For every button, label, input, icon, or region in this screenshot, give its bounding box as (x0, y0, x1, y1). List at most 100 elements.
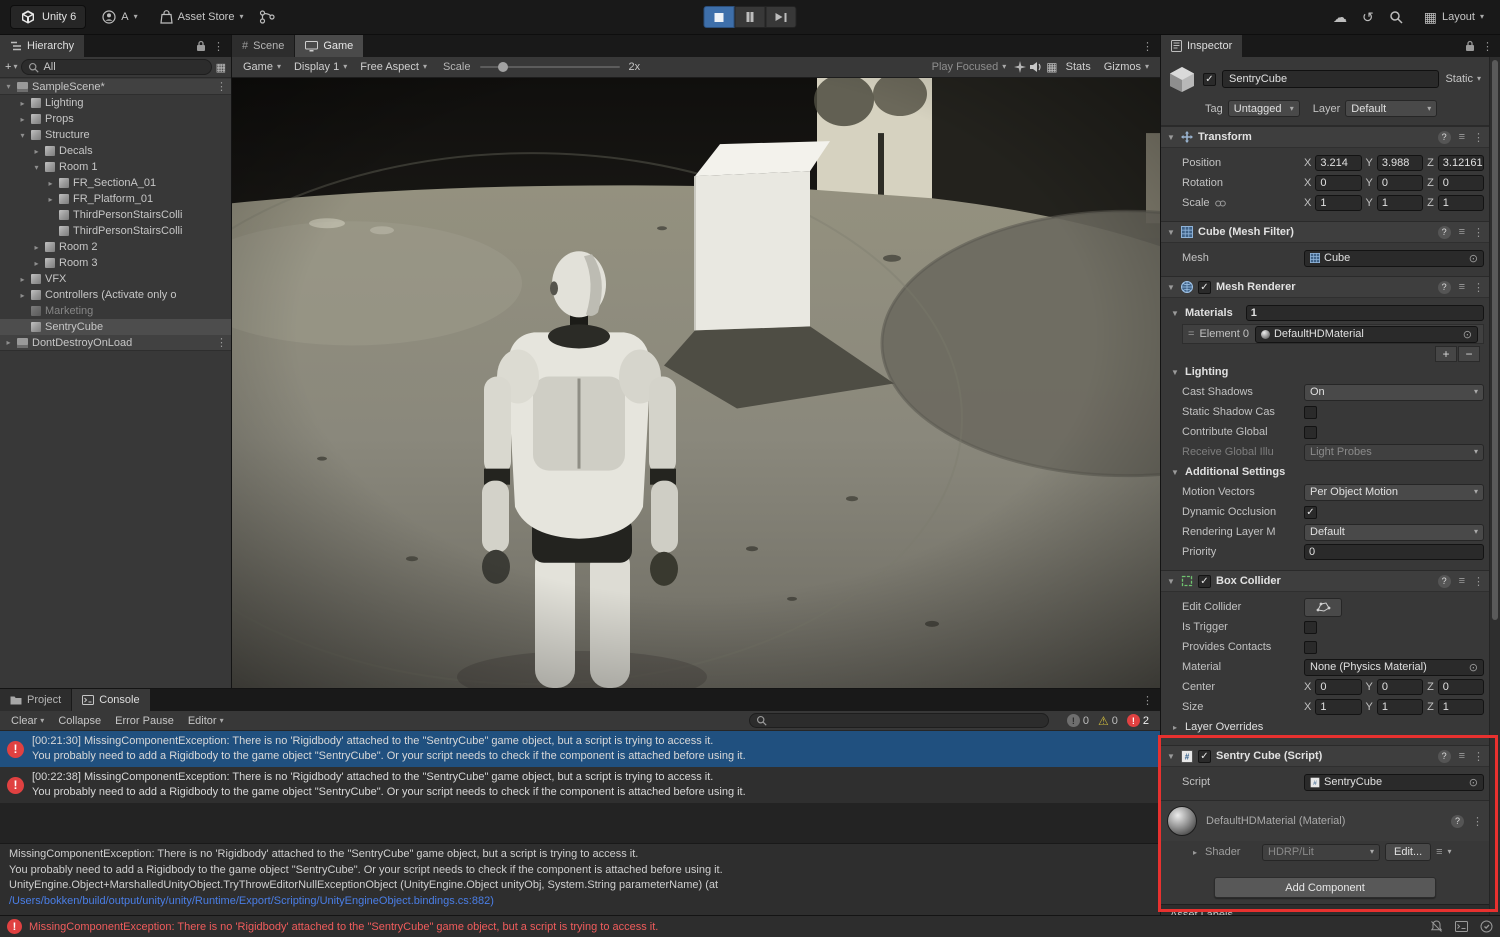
expand-arrow-icon[interactable]: ▾ (18, 131, 27, 140)
item-menu-icon[interactable]: ⋮ (216, 336, 227, 349)
panel-menu-icon[interactable]: ⋮ (213, 40, 224, 53)
expand-arrow-icon[interactable]: ▸ (18, 99, 27, 108)
item-menu-icon[interactable]: ⋮ (216, 80, 227, 93)
expand-arrow-icon[interactable]: ▸ (46, 179, 55, 188)
tab-project[interactable]: Project (0, 689, 72, 711)
shader-menu-icon[interactable]: ≡ (1436, 846, 1442, 858)
edit-shader-button[interactable]: Edit... (1385, 843, 1431, 861)
game-mode-dropdown[interactable]: Game▾ (238, 60, 286, 74)
material-element-row[interactable]: = Element 0 DefaultHDMaterial ⊙ (1182, 324, 1484, 344)
cast-shadows-dropdown[interactable]: On▾ (1304, 384, 1484, 401)
scale-y-field[interactable]: 1 (1377, 195, 1423, 211)
search-icon[interactable] (1389, 10, 1403, 24)
size-y-field[interactable]: 1 (1377, 699, 1423, 715)
active-checkbox[interactable]: ✓ (1203, 73, 1216, 86)
chevron-down-icon[interactable]: ▾ (1448, 848, 1452, 856)
mesh-filter-header[interactable]: ▼ Cube (Mesh Filter) ?≡⋮ (1161, 221, 1489, 243)
clear-button[interactable]: Clear▾ (5, 713, 50, 729)
panel-menu-icon[interactable]: ⋮ (1142, 40, 1153, 53)
help-icon[interactable]: ? (1451, 815, 1464, 828)
background-tasks-icon[interactable] (1480, 920, 1493, 933)
hierarchy-item[interactable]: ▸Lighting (0, 95, 231, 111)
expand-arrow-icon[interactable]: ▾ (4, 82, 13, 91)
editor-dropdown[interactable]: Editor▾ (182, 713, 230, 729)
hierarchy-item-dontdestroyonload[interactable]: ▸DontDestroyOnLoad⋮ (0, 335, 231, 351)
create-object-button[interactable]: +▾ (5, 61, 17, 73)
asset-labels-bar[interactable]: Asset Labels (1161, 904, 1489, 915)
add-component-button[interactable]: Add Component (1214, 877, 1436, 898)
component-enabled-checkbox[interactable]: ✓ (1198, 281, 1211, 294)
fold-arrow-icon[interactable]: ▼ (1166, 133, 1176, 142)
hierarchy-search-input[interactable]: All (21, 59, 211, 75)
display-dropdown[interactable]: Display 1▾ (289, 60, 352, 74)
object-name-field[interactable]: SentryCube (1222, 70, 1439, 88)
account-menu[interactable]: A ▾ (96, 7, 143, 27)
size-x-field[interactable]: 1 (1315, 699, 1361, 715)
pause-button[interactable] (735, 6, 766, 28)
rendering-layer-dropdown[interactable]: Default▾ (1304, 524, 1484, 541)
panel-menu-icon[interactable]: ⋮ (1482, 40, 1493, 53)
stats-toggle[interactable]: Stats (1061, 60, 1096, 74)
help-icon[interactable]: ? (1438, 575, 1451, 588)
additional-settings-foldout[interactable]: ▼Additional Settings (1161, 462, 1489, 482)
warning-count-toggle[interactable]: ⚠0 (1098, 715, 1118, 727)
object-picker-icon[interactable]: ⊙ (1469, 776, 1478, 789)
priority-field[interactable]: 0 (1304, 544, 1484, 560)
tab-hierarchy[interactable]: Hierarchy (0, 35, 85, 57)
dynamic-occlusion-checkbox[interactable]: ✓ (1304, 506, 1317, 519)
scale-x-field[interactable]: 1 (1315, 195, 1361, 211)
hierarchy-item[interactable]: ThirdPersonStairsColli (0, 223, 231, 239)
hierarchy-item[interactable]: ▸Room 3 (0, 255, 231, 271)
asset-store-menu[interactable]: Asset Store ▾ (154, 7, 250, 27)
panel-menu-icon[interactable]: ⋮ (1142, 694, 1153, 707)
position-y-field[interactable]: 3.988 (1377, 155, 1423, 171)
undo-history-icon[interactable]: ↺ (1362, 9, 1374, 26)
object-picker-icon[interactable]: ⊙ (1469, 661, 1478, 674)
tab-game[interactable]: Game (295, 35, 364, 57)
is-trigger-checkbox[interactable] (1304, 621, 1317, 634)
console-search-input[interactable] (749, 713, 1049, 728)
version-control-icon[interactable] (259, 10, 276, 24)
tag-dropdown[interactable]: Untagged▾ (1228, 100, 1300, 117)
rotation-z-field[interactable]: 0 (1438, 175, 1484, 191)
center-y-field[interactable]: 0 (1377, 679, 1423, 695)
search-filter-icon[interactable]: ▦ (216, 61, 226, 74)
status-bar[interactable]: ! MissingComponentException: There is no… (0, 915, 1500, 937)
vsync-grid-icon[interactable]: ▦ (1046, 60, 1057, 74)
static-dropdown[interactable]: Static▾ (1445, 73, 1483, 85)
fold-arrow-icon[interactable]: ▼ (1166, 577, 1176, 586)
script-object-field[interactable]: # SentryCube ⊙ (1304, 774, 1484, 791)
hierarchy-item[interactable]: ▸Controllers (Activate only o (0, 287, 231, 303)
material-object-field[interactable]: DefaultHDMaterial ⊙ (1255, 326, 1478, 343)
layer-dropdown[interactable]: Default▾ (1345, 100, 1437, 117)
cloud-icon[interactable]: ☁ (1333, 9, 1347, 26)
shader-dropdown[interactable]: HDRP/Lit▾ (1262, 844, 1380, 861)
help-icon[interactable]: ? (1438, 281, 1451, 294)
edit-collider-button[interactable] (1304, 598, 1342, 617)
fold-arrow-icon[interactable]: ▸ (1190, 848, 1200, 857)
hierarchy-item-sentrycube[interactable]: SentryCube (0, 319, 231, 335)
console-window-icon[interactable] (1455, 921, 1468, 932)
lock-icon[interactable] (196, 40, 206, 52)
presets-icon[interactable]: ≡ (1459, 226, 1465, 238)
step-button[interactable] (766, 6, 797, 28)
component-menu-icon[interactable]: ⋮ (1473, 750, 1484, 763)
scale-z-field[interactable]: 1 (1438, 195, 1484, 211)
component-menu-icon[interactable]: ⋮ (1473, 575, 1484, 588)
error-count-toggle[interactable]: !2 (1127, 714, 1149, 727)
transform-header[interactable]: ▼ Transform ?≡⋮ (1161, 126, 1489, 148)
sentry-cube-script-header[interactable]: ▼ # ✓ Sentry Cube (Script) ?≡⋮ (1161, 745, 1489, 767)
expand-arrow-icon[interactable]: ▸ (18, 291, 27, 300)
inspector-scrollbar[interactable] (1489, 57, 1500, 915)
static-shadow-caster-checkbox[interactable] (1304, 406, 1317, 419)
component-enabled-checkbox[interactable]: ✓ (1198, 750, 1211, 763)
help-icon[interactable]: ? (1438, 226, 1451, 239)
game-view-viewport[interactable] (232, 78, 1160, 688)
hierarchy-item[interactable]: ▾Room 1 (0, 159, 231, 175)
mesh-renderer-header[interactable]: ▼ ✓ Mesh Renderer ?≡⋮ (1161, 276, 1489, 298)
center-z-field[interactable]: 0 (1438, 679, 1484, 695)
physics-material-field[interactable]: None (Physics Material) ⊙ (1304, 659, 1484, 676)
console-entry[interactable]: ! [00:22:38] MissingComponentException: … (0, 767, 1160, 803)
expand-arrow-icon[interactable]: ▸ (4, 338, 13, 347)
console-detail[interactable]: MissingComponentException: There is no '… (0, 843, 1160, 915)
